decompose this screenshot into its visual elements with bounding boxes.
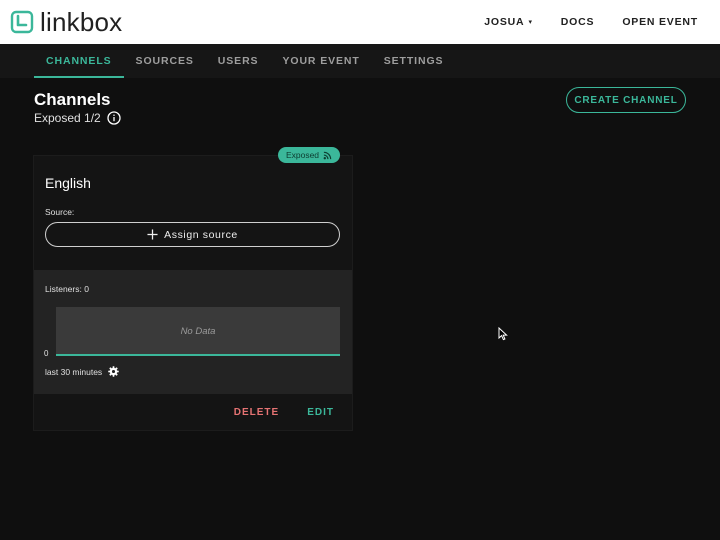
channel-card: English Source: Assign source Listeners:… xyxy=(34,156,352,430)
gear-icon[interactable] xyxy=(108,366,119,377)
tab-your-event[interactable]: YOUR EVENT xyxy=(270,44,371,78)
time-range-label: last 30 minutes xyxy=(45,366,103,377)
listeners-count: Listeners: 0 xyxy=(45,284,89,294)
assign-source-button[interactable]: Assign source xyxy=(45,222,340,247)
brand-logo[interactable]: linkbox xyxy=(10,9,122,35)
info-icon[interactable] xyxy=(107,111,121,125)
exposed-count-text: Exposed 1/2 xyxy=(34,111,101,125)
tab-settings[interactable]: SETTINGS xyxy=(372,44,456,78)
exposed-badge-label: Exposed xyxy=(285,150,320,160)
caret-down-icon: ▾ xyxy=(528,19,533,26)
rss-feed-icon xyxy=(323,151,332,159)
linkbox-logo-icon xyxy=(10,10,34,34)
tab-users[interactable]: USERS xyxy=(206,44,271,78)
time-range: last 30 minutes xyxy=(45,366,119,377)
top-header: linkbox JOSUA ▾ DOCS OPEN EVENT xyxy=(0,0,720,44)
tab-bar: CHANNELS SOURCES USERS YOUR EVENT SETTIN… xyxy=(34,44,455,78)
tab-channels[interactable]: CHANNELS xyxy=(34,44,124,78)
channel-name: English xyxy=(45,175,91,191)
assign-source-label: Assign source xyxy=(164,228,238,241)
exposed-badge: Exposed xyxy=(278,147,340,163)
tab-sources[interactable]: SOURCES xyxy=(124,44,206,78)
top-nav: JOSUA ▾ DOCS OPEN EVENT xyxy=(456,0,698,44)
chart-y-tick: 0 xyxy=(44,349,49,358)
brand-name: linkbox xyxy=(40,7,123,37)
plus-icon xyxy=(147,229,158,240)
create-channel-button[interactable]: CREATE CHANNEL xyxy=(566,87,686,113)
exposed-count: Exposed 1/2 xyxy=(34,111,121,125)
card-actions: DELETE EDIT xyxy=(206,407,334,418)
mouse-cursor-icon xyxy=(498,327,508,341)
sub-nav: CHANNELS SOURCES USERS YOUR EVENT SETTIN… xyxy=(0,44,720,78)
docs-link[interactable]: DOCS xyxy=(561,16,595,28)
user-menu-button[interactable]: JOSUA ▾ xyxy=(484,16,533,28)
edit-button[interactable]: EDIT xyxy=(307,407,334,418)
delete-button[interactable]: DELETE xyxy=(234,407,279,418)
chart-baseline xyxy=(56,354,340,356)
listeners-chart: No Data xyxy=(56,307,340,355)
open-event-link[interactable]: OPEN EVENT xyxy=(622,16,698,28)
page-title: Channels xyxy=(34,90,111,109)
source-label: Source: xyxy=(45,207,75,217)
user-name: JOSUA xyxy=(484,16,525,28)
listener-stats: Listeners: 0 No Data 0 last 30 minutes xyxy=(34,270,352,394)
chart-empty-text: No Data xyxy=(180,325,216,337)
